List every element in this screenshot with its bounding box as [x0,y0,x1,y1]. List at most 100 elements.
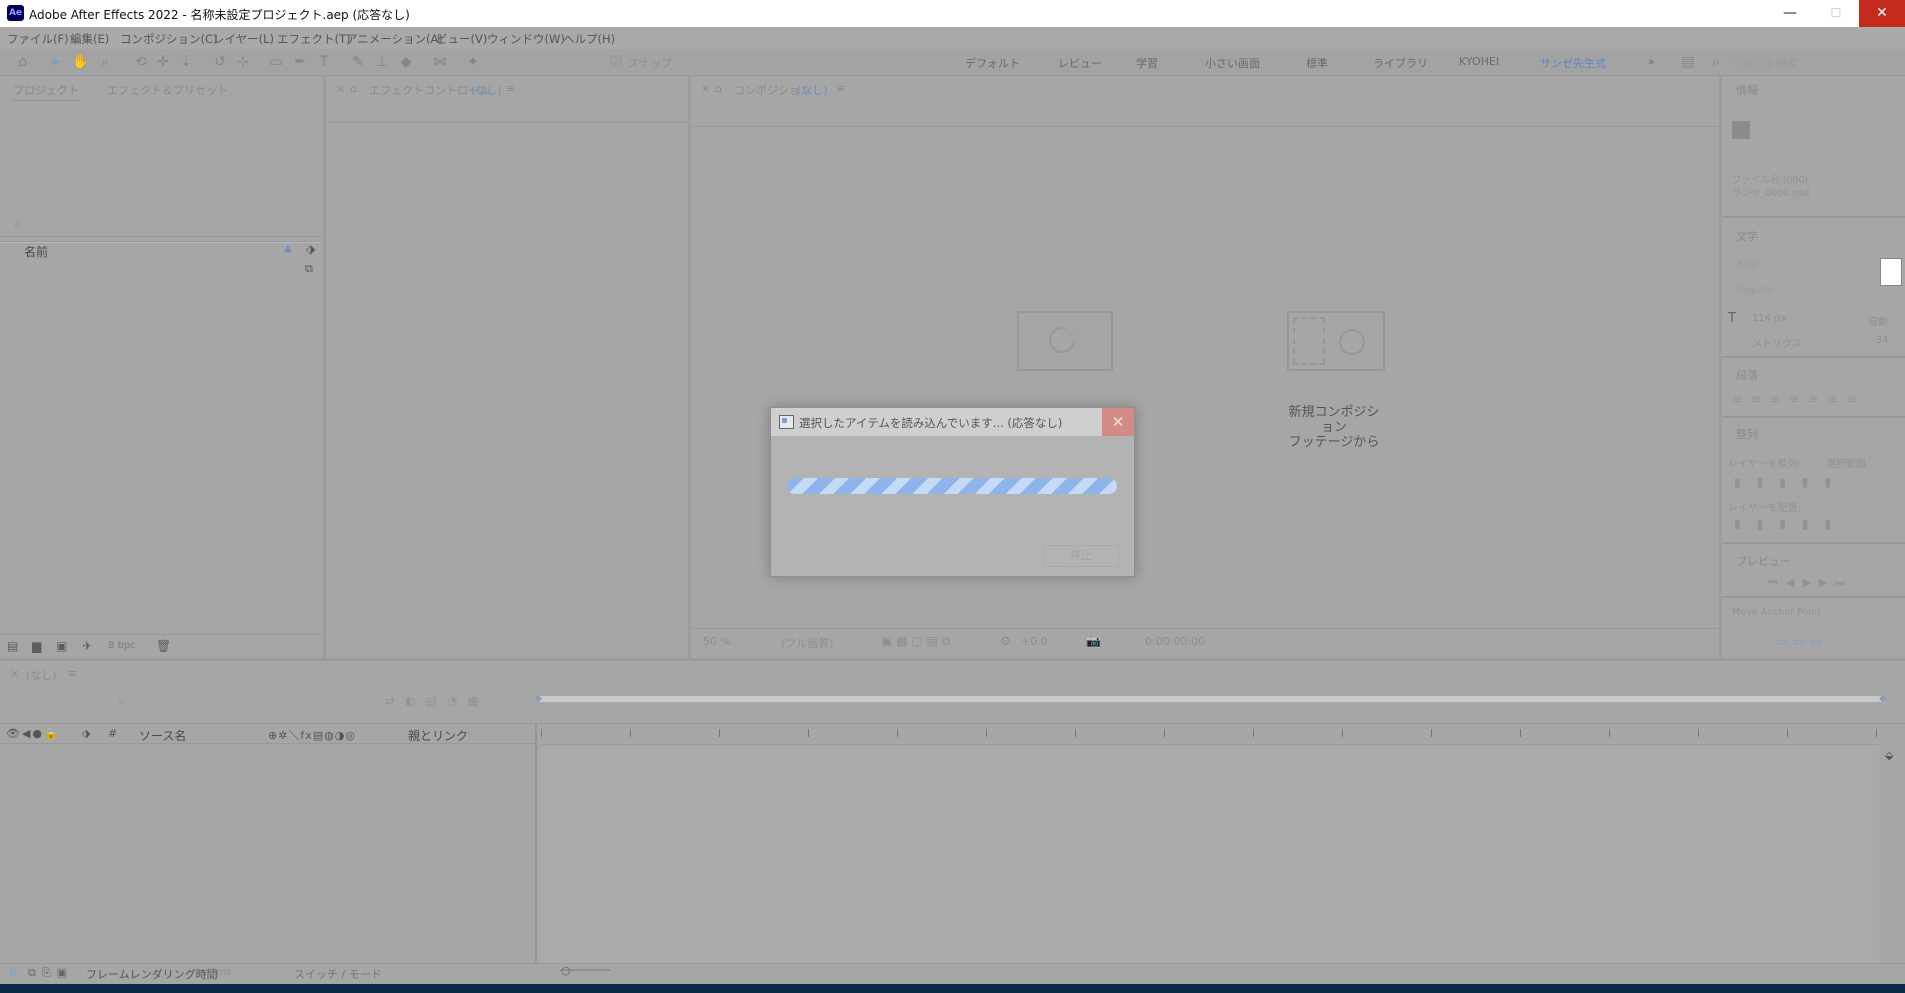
puppet-tool-icon[interactable]: ✦ [465,54,481,70]
effect-controls-close-icon[interactable]: × [336,82,345,95]
exposure-value[interactable]: +0.0 [1021,635,1048,648]
font-style-dropdown[interactable]: Regular [1736,285,1774,296]
timeline-close-icon[interactable]: × [10,667,19,680]
bpc-label[interactable]: 8 bpc [108,640,136,651]
new-comp-from-footage-icon[interactable] [1287,311,1385,371]
render-time-icon[interactable]: ⚙ [8,966,18,979]
snap-checkbox[interactable]: ☑ [608,54,624,70]
menu-view[interactable]: ビュー(V) [436,31,487,47]
timeline-track-area[interactable] [541,744,1879,965]
align-buttons-row[interactable]: ▮▮▮▮▮ [1734,475,1847,489]
preview-controls[interactable]: ⏮◀▶▶⏭ [1768,576,1853,590]
help-search-input[interactable]: ヘルプを検索 [1732,55,1798,71]
timeline-menu-icon[interactable]: ≡ [68,667,77,680]
tab-timeline[interactable]: (なし) [26,667,57,683]
close-button[interactable]: ✕ [1859,0,1905,27]
sort-ascending-icon[interactable]: ▲ [284,243,292,254]
resolution-dropdown[interactable]: (フル画質) [781,635,834,651]
character-panel-title[interactable]: 文字 [1736,228,1758,244]
label-column-icon[interactable]: ⬗ [82,727,90,740]
menu-animation[interactable]: アニメーション(A) [346,31,443,47]
fill-color-swatch[interactable] [1880,258,1902,286]
selection-tool-icon[interactable]: ➤ [47,54,63,70]
timeline-switch-icons[interactable]: ⇄◐▤◔▦ [385,694,489,708]
distribute-buttons-row[interactable]: ▮▮▮▮▮ [1734,517,1847,531]
timeline-search-icon[interactable]: ⌕ [118,694,125,709]
hand-tool-icon[interactable]: ✋ [72,54,89,70]
align-target-dropdown[interactable]: 選択範囲 [1826,455,1866,470]
zoom-slider-handle[interactable]: ○ [561,964,571,977]
font-size-value[interactable]: 114 px [1752,313,1787,324]
workspace-kyohei[interactable]: KYOHEI [1459,55,1499,68]
dolly-camera-icon[interactable]: ⇣ [178,54,194,70]
kerning-value[interactable]: メトリクス [1752,335,1802,350]
menu-composition[interactable]: コンポジション(C) [120,31,218,47]
anchor-point-tool-icon[interactable]: ⊹ [235,54,251,70]
dialog-close-button[interactable]: ✕ [1102,408,1134,436]
work-area-bar[interactable] [537,696,1885,702]
font-family-dropdown[interactable]: Arial [1736,260,1759,271]
composition-menu-icon[interactable]: ≡ [836,82,845,95]
menu-file[interactable]: ファイル(F) [7,31,69,47]
menu-window[interactable]: ウィンドウ(W) [487,31,565,47]
zoom-tool-icon[interactable]: ⌕ [97,54,113,70]
align-panel-title[interactable]: 整列 [1736,426,1758,442]
source-name-header[interactable]: ソース名 [139,727,186,744]
new-comp-from-footage-label[interactable]: 新規コンポジション フッテージから [1284,405,1384,450]
maximize-button[interactable]: ☐ [1813,0,1859,27]
workspace-learn[interactable]: 学習 [1136,55,1158,71]
pen-tool-icon[interactable]: ✒ [292,54,308,70]
workspace-review[interactable]: レビュー [1058,55,1102,71]
panel-menu-icon[interactable]: ≡ [506,82,515,95]
workspace-sanze[interactable]: サンゼ先生式 [1540,55,1606,71]
type-tool-icon[interactable]: T [316,54,332,70]
roto-brush-tool-icon[interactable]: ⋈ [432,54,448,70]
timeline-footer-icons[interactable]: ⧉⎘▣ [28,966,73,980]
lock-icon[interactable]: ⌂ [350,82,357,95]
minimize-button[interactable]: — [1767,0,1813,27]
time-ruler[interactable] [541,723,1881,743]
rotate-tool-icon[interactable]: ↺ [212,54,228,70]
interpret-footage-icon[interactable]: ▤ [7,639,18,653]
workspace-standard[interactable]: 標準 [1306,55,1328,71]
anchor-buttons[interactable]: ▭▭▭ [1776,634,1828,648]
comp-marker-icon[interactable]: ⬙ [1885,749,1893,762]
composition-timecode[interactable]: 0:00:00:00 [1145,635,1205,648]
composition-lock-icon[interactable]: ⌂ [715,82,722,95]
orbit-camera-icon[interactable]: ⟲ [133,54,149,70]
paragraph-panel-title[interactable]: 段落 [1736,367,1758,383]
workspace-default[interactable]: デフォルト [965,55,1020,71]
clone-stamp-tool-icon[interactable]: ⊥ [374,54,390,70]
tab-effects-presets[interactable]: エフェクト＆プリセット [107,82,228,98]
layer-switches-icons[interactable]: ⊕✲＼fx▤◍◑◎ [268,727,356,743]
workspace-small-screen[interactable]: 小さい画面 [1205,55,1260,71]
exposure-icon[interactable]: ⚙ [1000,634,1011,648]
panel-layout-icon[interactable]: ▤ [1680,54,1696,70]
snapshot-icon[interactable]: 📷 [1086,634,1101,648]
new-composition-large-icon[interactable] [1017,311,1113,371]
label-tag-icon[interactable]: ⬗ [306,242,315,256]
workspace-libraries[interactable]: ライブラリ [1373,55,1428,71]
switch-mode-toggle[interactable]: スイッチ / モード [294,966,382,982]
stop-button[interactable]: 停止 [1043,545,1119,567]
zoom-dropdown[interactable]: 50 % [703,635,731,648]
eraser-tool-icon[interactable]: ◆ [398,54,414,70]
move-anchor-point-title[interactable]: Move Anchor Point [1732,607,1821,618]
rectangle-tool-icon[interactable]: ▭ [268,54,284,70]
flowchart-icon[interactable]: ⧉ [305,262,313,276]
search-icon[interactable]: ⌕ [1708,54,1724,70]
menu-effect[interactable]: エフェクト(T) [277,31,351,47]
view-controls-icon[interactable]: ▣ ▦ ▢ ▤ ⧉ [881,634,950,649]
menu-layer[interactable]: レイヤー(L) [213,31,274,47]
new-composition-icon[interactable]: ▣ [56,639,67,653]
composition-close-icon[interactable]: × [701,82,710,95]
av-switches-icons[interactable]: 👁◀●🔒 [6,727,60,740]
menu-help[interactable]: ヘルプ(H) [563,31,615,47]
tab-project[interactable]: プロジェクト [13,82,79,101]
work-area-start-handle[interactable]: ◆ [535,694,542,704]
home-icon[interactable]: ⌂ [15,54,31,70]
new-folder-icon[interactable]: ▆ [32,639,41,653]
render-queue-icon[interactable]: ✈ [82,639,92,653]
workspace-more[interactable]: » [1648,55,1655,68]
parent-link-header[interactable]: 親とリンク [408,727,468,744]
